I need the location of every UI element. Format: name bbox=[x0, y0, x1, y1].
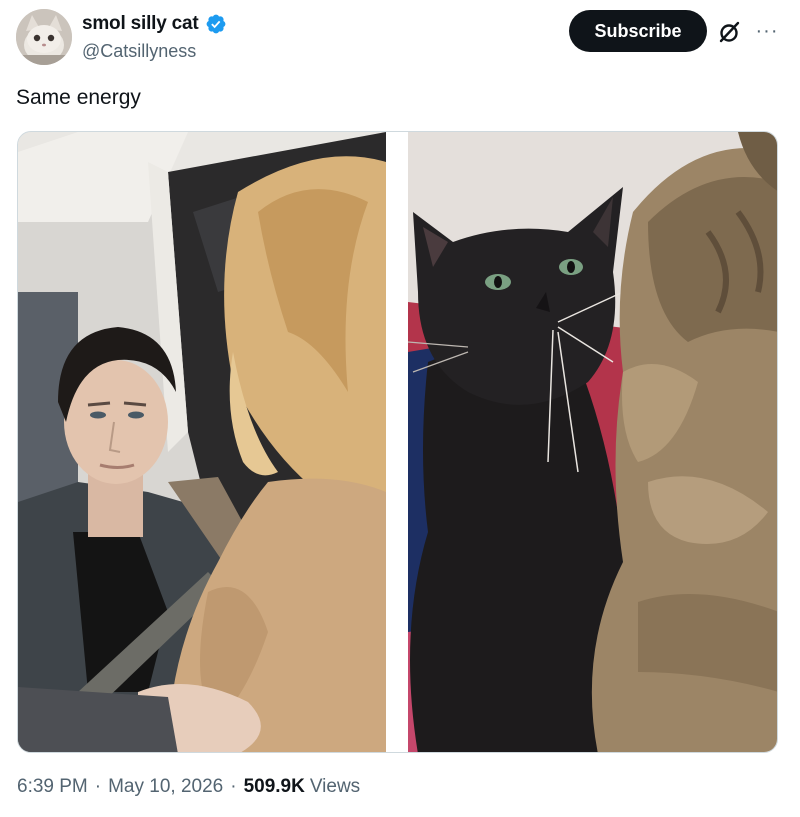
verified-badge-icon[interactable] bbox=[205, 13, 227, 35]
more-dots-icon[interactable]: ··· bbox=[752, 16, 782, 46]
views-label: Views bbox=[309, 776, 361, 797]
separator: · bbox=[94, 776, 102, 797]
display-name[interactable]: smol silly cat bbox=[82, 13, 199, 35]
tweet-date[interactable]: May 10, 2026 bbox=[108, 776, 223, 798]
media-photo-cats[interactable] bbox=[408, 132, 777, 752]
tweet: smol silly cat @Catsillyness Subscribe ·… bbox=[0, 0, 800, 817]
author-name-row: smol silly cat bbox=[82, 13, 227, 35]
slashed-circle-icon[interactable] bbox=[716, 18, 744, 46]
tweet-time[interactable]: 6:39 PM bbox=[17, 776, 88, 798]
tweet-media[interactable] bbox=[17, 131, 778, 753]
separator: · bbox=[230, 776, 237, 797]
media-photo-man-on-train[interactable] bbox=[18, 132, 386, 752]
avatar[interactable] bbox=[16, 9, 72, 65]
tweet-text: Same energy bbox=[16, 86, 141, 109]
subscribe-button[interactable]: Subscribe bbox=[569, 10, 707, 52]
author-handle[interactable]: @Catsillyness bbox=[82, 41, 196, 62]
views-count[interactable]: 509.9K bbox=[244, 776, 305, 798]
tweet-metadata: 6:39 PM · May 10, 2026 · 509.9K Views bbox=[17, 776, 360, 798]
